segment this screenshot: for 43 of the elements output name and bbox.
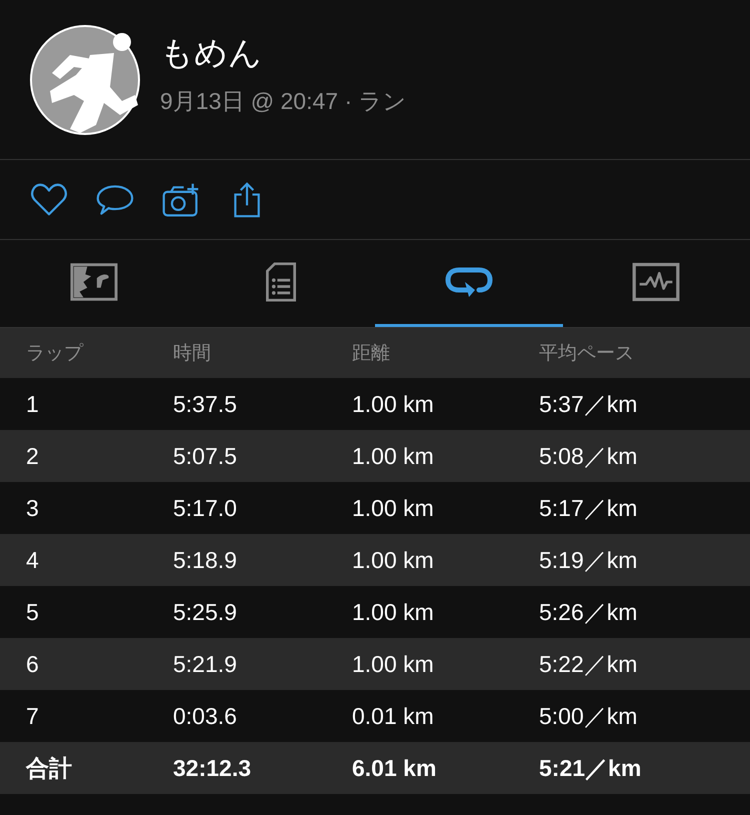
table-cell-text: 5:18.9	[173, 546, 238, 574]
table-cell-text: 5:26／km	[539, 598, 638, 626]
total-cell-text: 5:21／km	[539, 754, 642, 782]
table-cell-text: 5:17.0	[173, 494, 238, 522]
table-cell-text: 0:03.6	[173, 702, 238, 730]
table-cell-text: 3	[26, 494, 40, 522]
table-cell-text: 4	[26, 546, 40, 574]
heart-icon[interactable]	[30, 182, 68, 218]
table-cell-text: 5:17／km	[539, 494, 638, 522]
table-cell-text: 5:19／km	[539, 546, 638, 574]
table-cell-text: 5:37／km	[539, 390, 638, 418]
table-cell-text: 1.00 km	[352, 442, 435, 470]
table-cell-text: 1.00 km	[352, 494, 435, 522]
table-cell-text: 5:07.5	[173, 442, 238, 470]
table-cell-text: 5	[26, 598, 40, 626]
table-cell-text: 5:25.9	[173, 598, 238, 626]
column-header: 時間	[173, 342, 212, 366]
table-cell-text: 5:08／km	[539, 442, 638, 470]
column-header: 平均ペース	[539, 342, 635, 366]
table-cell-text: 5:21.9	[173, 650, 238, 678]
total-cell-text: 6.01 km	[352, 754, 438, 782]
table-cell-text: 5:37.5	[173, 390, 238, 418]
table-cell-text: 1.00 km	[352, 598, 435, 626]
column-header: ラップ	[26, 342, 84, 366]
table-cell-text: 0.01 km	[352, 702, 435, 730]
table-cell-text: 1.00 km	[352, 650, 435, 678]
activity-chart-icon	[632, 262, 680, 302]
runner-avatar-icon	[30, 24, 140, 134]
activity-subtitle: 9月13日 @ 20:47 · ラン	[160, 86, 406, 116]
table-cell-text: 7	[26, 702, 40, 730]
table-cell-text: 2	[26, 442, 40, 470]
table-cell-text: 5:00／km	[539, 702, 638, 730]
user-name: もめん	[160, 32, 263, 74]
add-photo-icon[interactable]	[162, 182, 200, 218]
table-cell-text: 1.00 km	[352, 546, 435, 574]
table-cell-text: 1	[26, 390, 40, 418]
column-header: 距離	[352, 342, 391, 366]
total-cell-text: 合計	[26, 754, 73, 782]
table-cell-text: 5:22／km	[539, 650, 638, 678]
table-cell-text: 6	[26, 650, 40, 678]
total-cell-text: 32:12.3	[173, 754, 252, 782]
table-cell-text: 1.00 km	[352, 390, 435, 418]
map-icon	[70, 262, 118, 302]
